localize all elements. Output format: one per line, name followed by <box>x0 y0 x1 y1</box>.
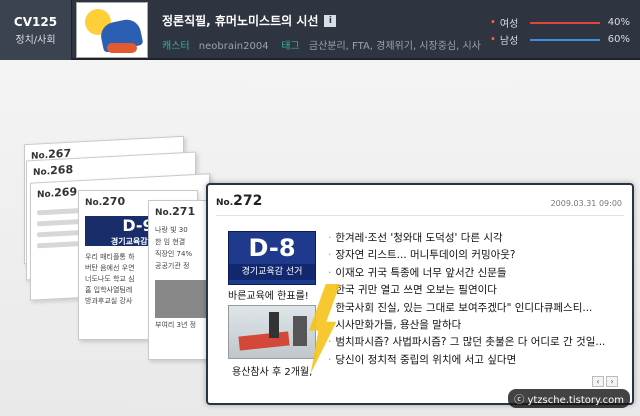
bullet-icon: • <box>490 17 496 28</box>
info-icon[interactable]: i <box>324 14 337 27</box>
headline-item[interactable]: 이재오 귀국 특종에 너무 앞서간 신문들 <box>328 265 624 282</box>
gender-stats: • 여성 40% • 남성 60% <box>490 0 640 58</box>
prev-page-button[interactable]: ‹ <box>592 376 604 387</box>
channel-title[interactable]: 정론직필, 휴머노미스트의 시선 <box>162 12 318 29</box>
channel-code: CV125 <box>13 14 58 29</box>
male-bar <box>529 38 600 41</box>
headline-item[interactable]: 한국 귀만 열고 쓰면 오보는 필연이다 <box>328 282 624 299</box>
caster-name[interactable]: neobrain2004 <box>199 41 269 52</box>
caster-label: 캐스터 <box>162 41 190 52</box>
next-page-button[interactable]: › <box>606 376 618 387</box>
headline-item[interactable]: 범치파시즘? 사법파시즘? 그 많던 촛불은 다 어디로 간 것일... <box>328 334 624 351</box>
channel-id-box[interactable]: CV125 정치/사회 <box>0 0 72 60</box>
issue-card-272: No.272 2009.03.31 09:00 D-8 경기교육감 선거 바른교… <box>206 183 634 405</box>
gender-row-female: • 여성 40% <box>490 17 630 30</box>
d8-caption[interactable]: 바른교육에 한표를! <box>228 287 309 302</box>
channel-thumbnail[interactable] <box>76 2 148 58</box>
news-photo[interactable] <box>228 305 316 359</box>
pager: ‹ › <box>592 376 618 387</box>
issue-number: No.272 <box>216 193 263 209</box>
tags-list[interactable]: 금산분리, FTA, 경제위기, 시장중심, 시사 <box>309 41 481 52</box>
headline-item[interactable]: 장자연 리스트... 머니투데이의 커밍아웃? <box>328 247 624 264</box>
issue-date: 2009.03.31 09:00 <box>550 199 622 208</box>
headline-item[interactable]: 한국사회 진실, 있는 그대로 보여주겠다" 인디다큐페스티... <box>328 300 624 317</box>
bullet-icon: • <box>490 34 496 45</box>
watermark: ⓒ ytzsche.tistory.com <box>508 389 630 408</box>
headline-list: 한겨레·조선 '청와대 도덕성' 다른 시각 장자연 리스트... 머니투데이의… <box>328 230 624 369</box>
headline-item[interactable]: 당신이 정치적 중립의 위치에 서고 싶다면 <box>328 352 624 369</box>
tags-label: 태그 <box>281 41 300 52</box>
female-bar <box>529 21 600 24</box>
channel-category: 정치/사회 <box>15 34 56 46</box>
gender-row-male: • 남성 60% <box>490 34 630 47</box>
channel-meta: 캐스터 neobrain2004 태그 금산분리, FTA, 경제위기, 시장중… <box>162 37 482 52</box>
channel-info: 정론직필, 휴머노미스트의 시선 i 캐스터 neobrain2004 태그 금… <box>152 0 482 58</box>
headline-item[interactable]: 한겨레·조선 '청와대 도덕성' 다른 시각 <box>328 230 624 247</box>
headline-item[interactable]: 시사만화가들, 용산을 말하다 <box>328 317 624 334</box>
d8-banner[interactable]: D-8 경기교육감 선거 <box>228 231 316 285</box>
channel-header: CV125 정치/사회 정론직필, 휴머노미스트의 시선 i 캐스터 neobr… <box>0 0 640 60</box>
photo-caption[interactable]: 용산참사 후 2개월, <box>232 363 312 378</box>
